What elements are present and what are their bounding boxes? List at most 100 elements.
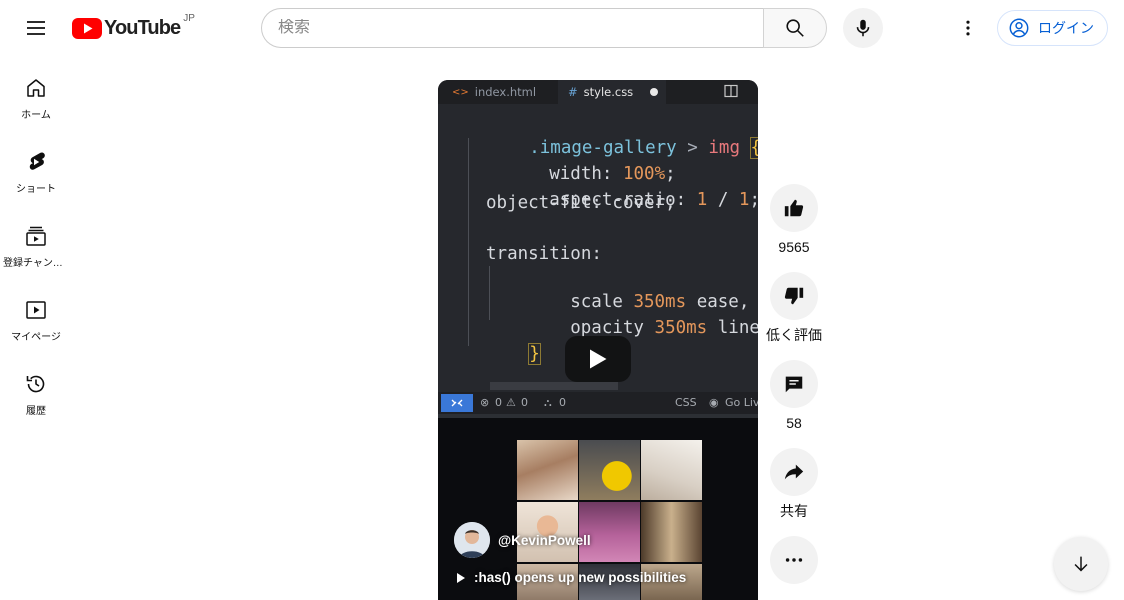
css-file-icon: # bbox=[568, 85, 578, 99]
code-token: ; bbox=[749, 190, 758, 210]
channel-handle[interactable]: @KevinPowell bbox=[498, 533, 591, 548]
youtube-logo[interactable]: YouTube JP bbox=[72, 13, 195, 42]
gallery-image bbox=[641, 440, 702, 500]
editor-scrollbar bbox=[490, 382, 618, 390]
video-title-row[interactable]: :has() opens up new possibilities bbox=[456, 570, 686, 585]
gallery-image bbox=[641, 502, 702, 562]
thumbs-down-icon bbox=[784, 287, 804, 305]
code-token: img bbox=[708, 138, 740, 158]
gallery-image bbox=[579, 440, 640, 500]
warning-icon: ⚠ bbox=[506, 396, 516, 409]
horizontal-dots-icon bbox=[785, 558, 803, 562]
error-count: 0 bbox=[495, 396, 502, 409]
code-line: object-fit: cover; bbox=[486, 193, 676, 213]
guide-item-label: ホーム bbox=[21, 110, 51, 121]
region-code: JP bbox=[183, 13, 195, 24]
like-count: 9565 bbox=[778, 239, 810, 255]
dislike-button[interactable] bbox=[770, 272, 818, 320]
login-button[interactable]: ログイン bbox=[997, 10, 1108, 46]
gallery-image bbox=[517, 440, 578, 500]
guide-item-subscriptions[interactable]: 登録チャンネル bbox=[0, 208, 72, 282]
like-action: 9565 bbox=[766, 184, 822, 256]
search-icon bbox=[786, 19, 804, 37]
code-token: > bbox=[687, 138, 698, 158]
settings-more-button[interactable] bbox=[948, 8, 988, 48]
guide-item-shorts[interactable]: ショート bbox=[0, 134, 72, 208]
masthead: YouTube JP ログイン bbox=[0, 0, 1124, 56]
editor-tab-style: # style.css bbox=[558, 80, 666, 104]
code-line: } bbox=[466, 321, 541, 387]
editor-tab-label: index.html bbox=[474, 85, 537, 99]
you-icon bbox=[26, 301, 46, 319]
code-token: opacity bbox=[570, 318, 644, 338]
html-file-icon: <> bbox=[452, 86, 469, 98]
search-button[interactable] bbox=[763, 8, 827, 48]
shorts-player[interactable]: <> index.html # style.css .image-gallery… bbox=[438, 80, 758, 600]
search-box bbox=[261, 8, 763, 48]
channel-owner[interactable]: @KevinPowell bbox=[454, 522, 591, 558]
voice-search-button[interactable] bbox=[843, 8, 883, 48]
unsaved-dot-icon bbox=[650, 88, 658, 96]
microphone-icon bbox=[856, 19, 870, 37]
guide-item-label: マイページ bbox=[11, 332, 61, 343]
search-input[interactable] bbox=[278, 19, 763, 37]
code-token: { bbox=[749, 137, 758, 159]
editor-status-bar: ⊗ 0 ⚠ 0 ⛬ 0 CSS ◉ Go Liv bbox=[438, 392, 758, 414]
code-line: opacity 350ms linear; bbox=[507, 295, 758, 361]
ports-icon: ⛬ bbox=[544, 396, 552, 409]
account-circle-icon bbox=[1009, 18, 1029, 38]
login-label: ログイン bbox=[1038, 20, 1094, 36]
guide-item-home[interactable]: ホーム bbox=[0, 60, 72, 134]
guide-menu-button[interactable] bbox=[16, 8, 56, 48]
home-icon bbox=[27, 79, 45, 97]
warning-count: 0 bbox=[521, 396, 528, 409]
language-mode: CSS bbox=[675, 396, 697, 409]
comment-icon bbox=[785, 376, 803, 393]
history-icon bbox=[26, 375, 45, 393]
next-video-button[interactable] bbox=[1054, 537, 1108, 591]
go-live-label: Go Liv bbox=[725, 396, 758, 409]
mini-guide: ホーム ショート 登録チャンネル マイページ 履歴 bbox=[0, 60, 72, 430]
play-icon bbox=[590, 349, 607, 369]
comment-count: 58 bbox=[786, 415, 802, 431]
guide-item-you[interactable]: マイページ bbox=[0, 282, 72, 356]
guide-item-label: 履歴 bbox=[26, 406, 46, 417]
hamburger-icon bbox=[27, 21, 45, 35]
code-token: 350ms bbox=[654, 318, 708, 338]
guide-item-history[interactable]: 履歴 bbox=[0, 356, 72, 430]
share-action: 共有 bbox=[766, 448, 822, 520]
guide-item-label: 登録チャンネル bbox=[3, 258, 69, 269]
action-rail: 9565 低く評価 58 共有 bbox=[766, 184, 822, 600]
broadcast-icon: ◉ bbox=[709, 396, 719, 409]
code-token: / bbox=[717, 190, 729, 210]
editor-tab-index: <> index.html bbox=[452, 80, 536, 104]
play-button[interactable] bbox=[565, 336, 631, 382]
video-title: :has() opens up new possibilities bbox=[474, 570, 687, 585]
code-token: 1 bbox=[738, 190, 750, 210]
more-action bbox=[766, 536, 822, 584]
error-icon: ⊗ bbox=[480, 396, 490, 409]
split-editor-icon bbox=[724, 84, 738, 98]
comments-button[interactable] bbox=[770, 360, 818, 408]
more-actions-button[interactable] bbox=[770, 536, 818, 584]
subscriptions-icon bbox=[26, 226, 46, 246]
logo-text: YouTube bbox=[104, 17, 181, 39]
arrow-down-icon bbox=[1074, 556, 1088, 572]
editor-tab-bar: <> index.html # style.css bbox=[438, 80, 758, 104]
comments-action: 58 bbox=[766, 360, 822, 432]
editor-tab-label: style.css bbox=[583, 85, 634, 99]
code-line: transition: bbox=[486, 244, 602, 264]
ports-count: 0 bbox=[559, 396, 566, 409]
shorts-icon bbox=[29, 152, 45, 170]
guide-item-label: ショート bbox=[16, 184, 56, 195]
thumbs-up-icon bbox=[784, 199, 804, 217]
like-button[interactable] bbox=[770, 184, 818, 232]
play-small-icon bbox=[457, 572, 465, 583]
code-token: 1 bbox=[696, 190, 708, 210]
dislike-action: 低く評価 bbox=[766, 272, 822, 344]
youtube-play-logo-icon bbox=[72, 18, 102, 39]
code-token: } bbox=[528, 343, 541, 365]
avatar[interactable] bbox=[454, 522, 490, 558]
share-button[interactable] bbox=[770, 448, 818, 496]
code-token: linear; bbox=[717, 318, 758, 338]
